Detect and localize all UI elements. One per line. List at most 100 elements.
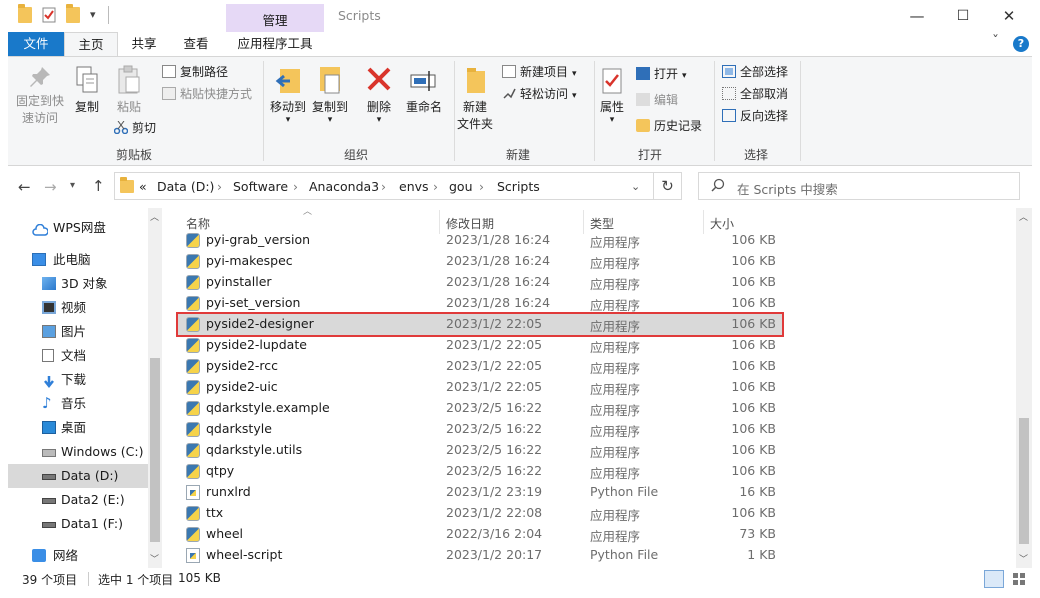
breadcrumb-data-d[interactable]: Data (D:) (157, 179, 214, 194)
drive-icon (42, 474, 56, 480)
nav-item-this-pc[interactable]: 此电脑 (8, 248, 148, 272)
rename-icon (409, 65, 439, 97)
large-icons-view-icon[interactable] (1010, 570, 1028, 588)
nav-item-data1-f[interactable]: Data1 (F:) (8, 512, 148, 536)
forward-button[interactable]: → (44, 178, 57, 196)
table-row[interactable]: wheel 2022/3/16 2:04 应用程序 73 KB (178, 524, 782, 545)
table-row[interactable]: pyi-set_version 2023/1/28 16:24 应用程序 106 KB (178, 293, 782, 314)
nav-item-videos[interactable]: 视频 (8, 296, 148, 320)
select-none-button[interactable]: 全部取消 (722, 85, 788, 103)
nav-item-music[interactable]: ♪ 音乐 (8, 392, 148, 416)
file-list-scrollbar[interactable]: ︿ ﹀ (1016, 208, 1032, 568)
properties-button[interactable]: 属性 ▾ (594, 65, 630, 125)
paste-shortcut-button[interactable]: 粘贴快捷方式 (162, 85, 252, 103)
nav-scrollbar[interactable]: ︿ ﹀ (148, 208, 162, 568)
table-row[interactable]: pyi-makespec 2023/1/28 16:24 应用程序 106 KB (178, 251, 782, 272)
back-button[interactable]: ← (18, 178, 31, 196)
nav-item-3d-objects[interactable]: 3D 对象 (8, 272, 148, 296)
file-size: 1 KB (747, 547, 776, 562)
new-folder-quick-icon[interactable] (66, 4, 80, 23)
nav-item-pictures[interactable]: 图片 (8, 320, 148, 344)
breadcrumb-scripts[interactable]: Scripts (497, 179, 540, 194)
scroll-up-icon[interactable]: ︿ (150, 210, 159, 223)
python-exe-icon (186, 317, 200, 332)
table-row[interactable]: pyside2-designer 2023/1/2 22:05 应用程序 106 KB (176, 312, 784, 337)
breadcrumb-overflow[interactable]: « (139, 179, 147, 194)
select-all-button[interactable]: 全部选择 (722, 63, 788, 81)
help-icon[interactable]: ? (1013, 36, 1029, 52)
nav-item-documents[interactable]: 文档 (8, 344, 148, 368)
copy-button[interactable]: 复制 (70, 65, 104, 116)
new-folder-button[interactable]: 新建 文件夹 (454, 65, 496, 133)
new-item-button[interactable]: 新建项目 ▾ (502, 63, 577, 83)
tab-app-tools[interactable]: 应用程序工具 (226, 32, 324, 56)
copy-path-button[interactable]: 复制路径 (162, 63, 228, 81)
scroll-thumb[interactable] (1019, 418, 1029, 544)
nav-item-desktop[interactable]: 桌面 (8, 416, 148, 440)
nav-item-network[interactable]: 网络 (8, 544, 148, 568)
tab-file[interactable]: 文件 (8, 32, 64, 56)
address-bar[interactable]: « Data (D:) › Software › Anaconda3 › env… (114, 172, 654, 200)
table-row[interactable]: runxlrd 2023/1/2 23:19 Python File 16 KB (178, 482, 782, 503)
nav-item-wps-cloud[interactable]: WPS网盘 (8, 216, 148, 240)
table-row[interactable]: pyi-grab_version 2023/1/28 16:24 应用程序 106 K… (178, 230, 782, 251)
move-to-button[interactable]: 移动到 ▾ (268, 65, 308, 125)
nav-item-data2-e[interactable]: Data2 (E:) (8, 488, 148, 512)
new-item-label: 新建项目 (520, 65, 569, 79)
refresh-button[interactable]: ↻ (654, 172, 682, 200)
search-box[interactable]: 在 Scripts 中搜索 (698, 172, 1020, 200)
maximize-button[interactable]: ☐ (940, 0, 986, 32)
breadcrumb-anaconda3[interactable]: Anaconda3 (309, 179, 379, 194)
edit-button[interactable]: 编辑 (636, 91, 678, 109)
scroll-up-icon[interactable]: ︿ (1019, 210, 1028, 223)
quick-access-dropdown-icon[interactable]: ▾ (90, 8, 96, 21)
recent-locations-dropdown-icon[interactable]: ▾ (70, 180, 75, 191)
scroll-down-icon[interactable]: ﹀ (150, 552, 159, 565)
tab-share[interactable]: 共享 (120, 32, 168, 56)
table-row[interactable]: qdarkstyle.example 2023/2/5 16:22 应用程序 106 … (178, 398, 782, 419)
invert-selection-button[interactable]: 反向选择 (722, 107, 788, 125)
properties-quick-icon[interactable] (42, 7, 56, 23)
open-button[interactable]: 打开 ▾ (636, 65, 687, 85)
tab-home[interactable]: 主页 (64, 32, 118, 58)
table-row[interactable]: qtpy 2023/2/5 16:22 应用程序 106 KB (178, 461, 782, 482)
scroll-thumb[interactable] (150, 358, 160, 542)
paste-button[interactable]: 粘贴 (112, 65, 146, 116)
table-row[interactable]: qdarkstyle.utils 2023/2/5 16:22 应用程序 106 KB (178, 440, 782, 461)
details-view-icon[interactable] (984, 570, 1004, 588)
delete-button[interactable]: 删除 ▾ (362, 65, 396, 125)
nav-item-windows-c[interactable]: Windows (C:) (8, 440, 148, 464)
table-row[interactable]: pyinstaller 2023/1/28 16:24 应用程序 106 KB (178, 272, 782, 293)
scroll-down-icon[interactable]: ﹀ (1019, 552, 1028, 565)
tab-view[interactable]: 查看 (172, 32, 220, 56)
breadcrumb-gou[interactable]: gou (449, 179, 473, 194)
search-placeholder: 在 Scripts 中搜索 (737, 182, 838, 197)
breadcrumb-software[interactable]: Software (233, 179, 288, 194)
up-button[interactable]: ↑ (92, 177, 105, 195)
nav-item-downloads[interactable]: 下载 (8, 368, 148, 392)
nav-item-data-d[interactable]: Data (D:) (8, 464, 148, 488)
copy-to-button[interactable]: 复制到 ▾ (310, 65, 350, 125)
cut-button[interactable]: 剪切 (113, 119, 156, 137)
close-button[interactable]: ✕ (986, 0, 1032, 32)
python-exe-icon (186, 338, 200, 353)
rename-button[interactable]: 重命名 (402, 65, 446, 116)
table-row[interactable]: ttx 2023/1/2 22:08 应用程序 106 KB (178, 503, 782, 524)
address-dropdown-icon[interactable]: ⌄ (631, 180, 640, 193)
file-date: 2023/1/28 16:24 (446, 253, 551, 268)
table-row[interactable]: pyside2-uic 2023/1/2 22:05 应用程序 106 KB (178, 377, 782, 398)
history-button[interactable]: 历史记录 (636, 117, 702, 135)
file-type: 应用程序 (590, 277, 641, 292)
ribbon-collapse-icon[interactable]: ˇ (992, 34, 999, 50)
table-row[interactable]: qdarkstyle 2023/2/5 16:22 应用程序 106 KB (178, 419, 782, 440)
pin-quick-access-button[interactable]: 固定到快 速访问 (14, 65, 66, 127)
minimize-button[interactable]: — (894, 0, 940, 32)
table-row[interactable]: pyside2-rcc 2023/1/2 22:05 应用程序 106 KB (178, 356, 782, 377)
video-icon (42, 301, 56, 314)
breadcrumb-envs[interactable]: envs (399, 179, 429, 194)
manage-context-tab[interactable]: 管理 (226, 4, 324, 33)
table-row[interactable]: pyside2-lupdate 2023/1/2 22:05 应用程序 106 KB (178, 335, 782, 356)
file-date: 2023/2/5 16:22 (446, 421, 543, 436)
table-row[interactable]: wheel-script 2023/1/2 20:17 Python File 1 K… (178, 545, 782, 566)
easy-access-button[interactable]: 轻松访问 ▾ (502, 85, 577, 105)
